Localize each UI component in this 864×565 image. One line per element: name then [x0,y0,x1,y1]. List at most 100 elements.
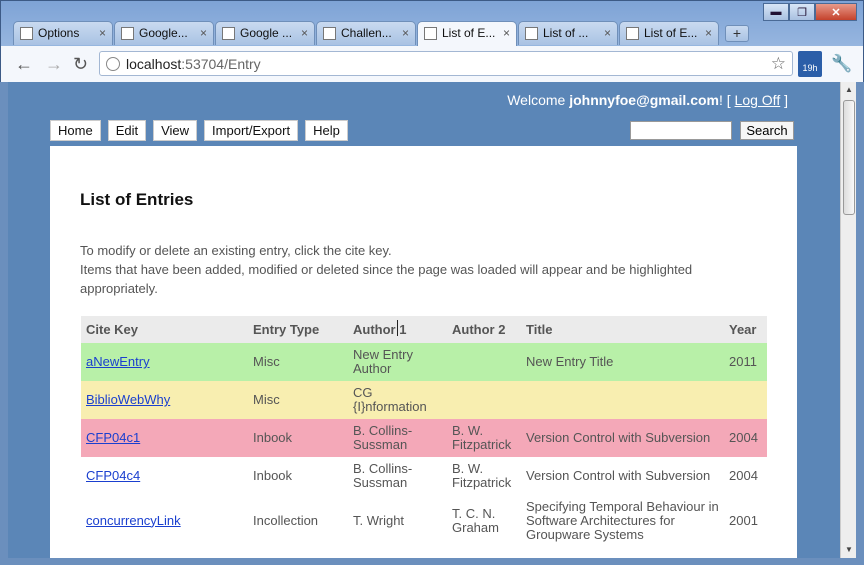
table-row: aNewEntry Misc New Entry Author New Entry T… [81,343,767,381]
globe-icon [106,57,120,71]
welcome-bar: Welcome johnnyfoe@gmail.com! [ Log Off ] [507,92,788,108]
cell-title: New Entry Title [521,343,724,381]
cite-key-link[interactable]: BiblioWebWhy [86,392,170,407]
doc-icon [222,27,235,40]
cell-year: 2004 [724,419,767,457]
folder-icon [323,27,336,40]
menu-view-button[interactable]: View [153,120,198,141]
star-icon[interactable]: ☆ [771,54,786,74]
search-input[interactable] [630,121,732,140]
page-title: List of Entries [80,190,194,209]
tab-close-icon[interactable]: × [503,26,510,40]
cell-author1: B. Collins-Sussman [348,419,447,457]
tab-close-icon[interactable]: × [705,26,712,40]
col-cite-key: Cite Key [81,316,248,343]
cell-title: Version Control with Subversion [521,419,724,457]
page-icon [424,27,437,40]
wrench-icon[interactable]: 🔧 [831,54,852,74]
table-row: M.The C# Programming [81,546,767,559]
menu-import-export-button[interactable]: Import/Export [204,120,299,141]
cell-title: Version Control with Subversion [526,468,711,483]
tab-1[interactable]: Google... × [114,21,214,45]
tab-label: Challen... [341,26,392,40]
cell-cite: BiblioWebWhy [81,381,248,419]
instruction-line-2: Items that have been added, modified or … [80,262,693,296]
tab-label: List of E... [442,26,496,40]
cell-type: Misc [248,343,348,381]
main-menu: Home Edit View Import/Export Help [50,120,355,141]
cell-title [521,381,724,419]
cell-type [248,546,348,558]
search-button[interactable]: Search [740,121,794,140]
tab-close-icon[interactable]: × [200,26,207,40]
cell-author1: CG {I}nformation [348,381,447,419]
tab-4[interactable]: List of E... × [417,21,517,46]
cell-cite: CFP04c4 [81,457,248,495]
cell-type: Inbook [248,419,348,457]
tab-close-icon[interactable]: × [604,26,611,40]
back-arrow-icon[interactable]: ← [15,54,33,75]
menu-help-button[interactable]: Help [305,120,348,141]
cell-cite: CFP04c1 [81,419,248,457]
text-cursor-icon [397,320,399,336]
logoff-link[interactable]: Log Off [735,92,781,108]
tab-3[interactable]: Challen... × [316,21,416,45]
cell-type: Incollection [253,512,319,528]
tab-label: Google ... [240,26,293,40]
cell-year: 2004 [729,468,758,483]
scroll-up-arrow-icon[interactable]: ▲ [841,82,857,98]
tab-close-icon[interactable]: × [99,26,106,40]
minimize-button[interactable]: ▬ [763,3,789,21]
table-header-row: Cite Key Entry Type Author 1 Author 2 Ti… [81,316,767,343]
table-row: BiblioWebWhy Misc CG {I}nformation [81,381,767,419]
tab-close-icon[interactable]: × [402,26,409,40]
scroll-thumb[interactable] [843,100,855,215]
tab-2[interactable]: Google ... × [215,21,315,45]
vertical-scrollbar[interactable]: ▲ ▼ [840,82,856,558]
cell-author1: T. Wright [353,512,405,528]
cell-cite: aNewEntry [81,343,248,381]
cell-author2: M. [447,546,521,559]
cite-key-link[interactable]: concurrencyLink [86,513,181,528]
scroll-down-arrow-icon[interactable]: ▼ [841,542,857,558]
cell-author2: T. C. N. Graham [452,505,499,535]
user-email: johnnyfoe@gmail.com [569,92,719,108]
tab-label: Options [38,26,80,40]
cell-title: The C# Programming [521,546,724,559]
cell-author1: B. Collins-Sussman [353,461,413,490]
window-controls: ▬ ❐ ✕ [763,3,857,21]
col-entry-type: Entry Type [248,316,348,343]
col-author2: Author 2 [447,316,521,343]
new-tab-button[interactable]: + [725,25,749,42]
tab-6[interactable]: List of E... × [619,21,719,45]
reload-icon[interactable]: ↻ [73,54,88,75]
tab-5[interactable]: List of ... × [518,21,618,45]
bracket-open: ! [ [718,92,735,108]
table-row: CFP04c1 Inbook B. Collins-Sussman B. W. Fit… [81,419,767,457]
menu-home-button[interactable]: Home [50,120,101,141]
tab-close-icon[interactable]: × [301,26,308,40]
tab-strip: Options × Google... × Google ... × Challen... ×… [13,21,720,46]
cell-author2 [447,343,521,381]
instruction-line-1: To modify or delete an existing entry, c… [80,243,392,258]
cell-year [724,546,767,558]
cell-cite: concurrencyLink [81,495,248,546]
close-window-button[interactable]: ✕ [815,3,857,21]
cell-cite [81,546,248,558]
cite-key-link[interactable]: CFP04c1 [86,430,140,445]
forward-arrow-icon[interactable]: → [45,54,63,75]
tab-0[interactable]: Options × [13,21,113,45]
calendar-icon [121,27,134,40]
maximize-button[interactable]: ❐ [789,3,815,21]
address-bar[interactable]: localhost:53704/Entry ☆ [99,51,793,76]
cite-key-link[interactable]: aNewEntry [86,354,150,369]
calendar-extension-icon[interactable]: 19h [798,51,822,77]
cell-year: 2001 [729,512,758,528]
instructions: To modify or delete an existing entry, c… [80,241,770,298]
cite-key-link[interactable]: CFP04c4 [86,468,140,483]
browser-chrome: ▬ ❐ ✕ Options × Google... × Google ... × Chall… [0,0,864,82]
browser-toolbar: ← → ↻ localhost:53704/Entry ☆ 19h 🔧 [1,46,863,82]
bracket-close: ] [780,92,788,108]
menu-edit-button[interactable]: Edit [107,120,147,141]
page-icon [626,27,639,40]
